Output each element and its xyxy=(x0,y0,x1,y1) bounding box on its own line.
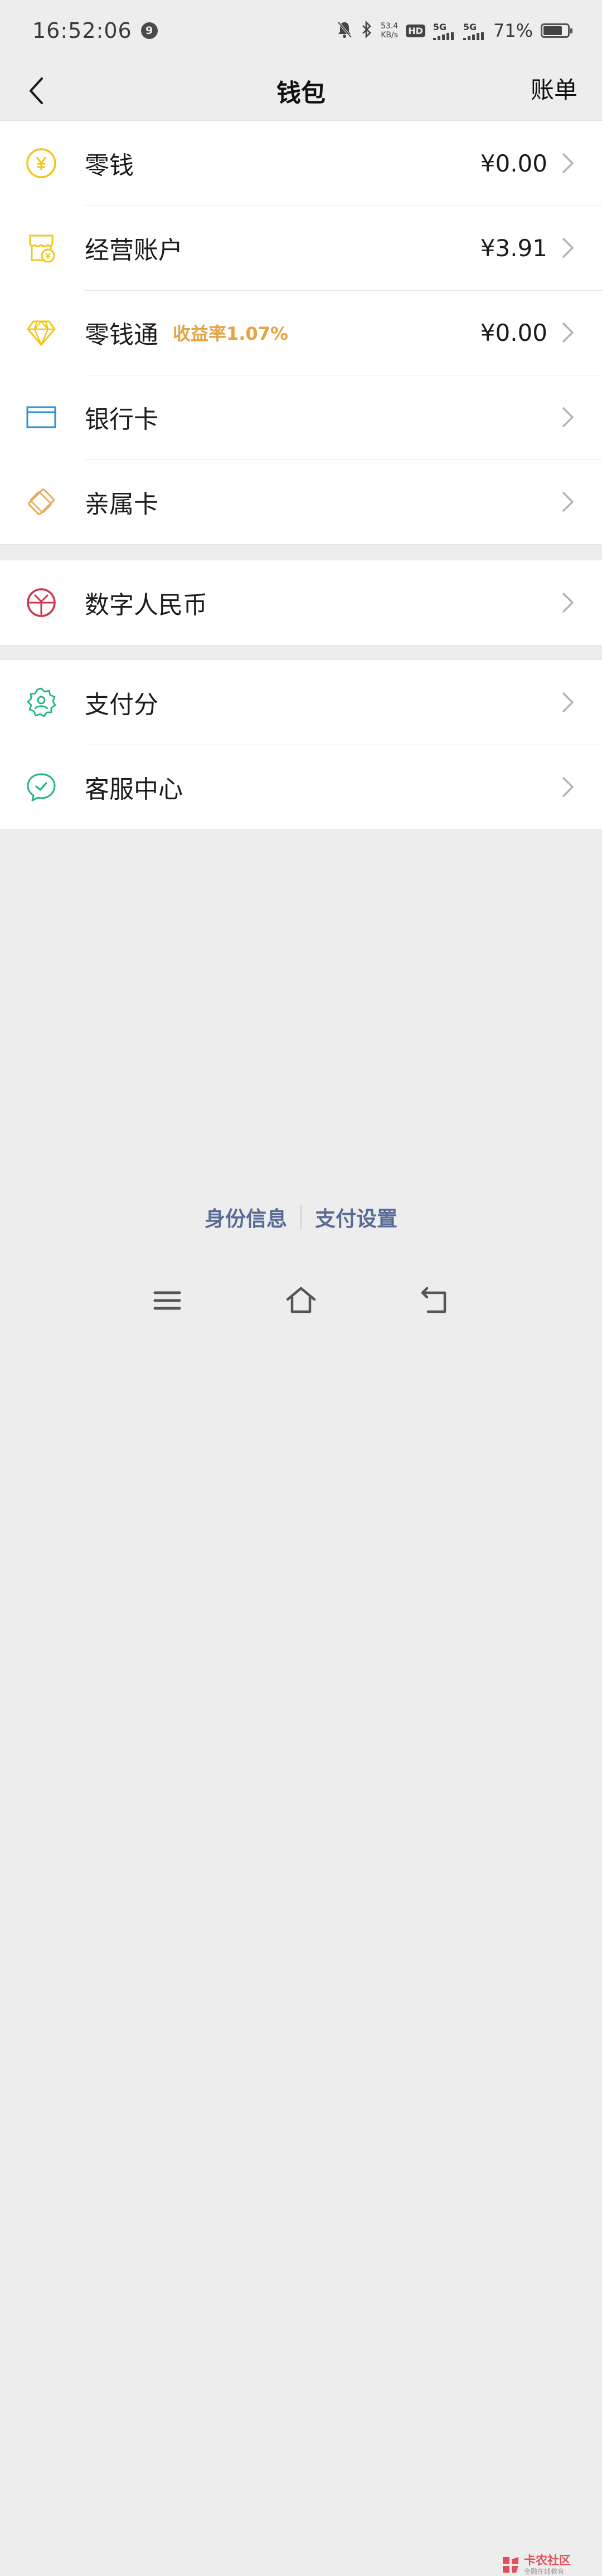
watermark-title: 卡农社区 xyxy=(524,2554,571,2567)
hd-badge: HD xyxy=(406,24,425,37)
row-value: ¥3.91 xyxy=(480,234,547,262)
ecny-group: 数字人民币 xyxy=(0,560,602,646)
row-label: 零钱通 xyxy=(85,321,158,349)
watermark-subtitle: 金融在线教育 xyxy=(524,2568,565,2575)
menu-icon xyxy=(153,1291,181,1310)
home-button[interactable] xyxy=(284,1284,318,1317)
chevron-right-icon xyxy=(561,406,575,428)
chevron-right-icon xyxy=(561,152,575,174)
return-arrow-icon xyxy=(421,1287,446,1313)
sim2-signal: 5G xyxy=(463,22,486,40)
row-label: 经营账户 xyxy=(85,236,183,265)
mute-bell-icon xyxy=(336,21,353,41)
page-title: 钱包 xyxy=(276,79,326,107)
row-label: 亲属卡 xyxy=(85,490,158,519)
row-label: 零钱 xyxy=(85,151,134,180)
yield-rate-tag: 收益率1.07% xyxy=(173,323,289,344)
row-customer-service[interactable]: 客服中心 xyxy=(0,745,602,829)
diamond-icon xyxy=(26,317,57,348)
bank-card-icon xyxy=(26,402,57,433)
status-bar: 16:52:06 9 53.4 KB/s HD 5G 5G 71% xyxy=(0,0,602,61)
digital-rmb-icon xyxy=(26,587,57,618)
wallet-group: 零钱 ¥0.00 经营账户 ¥3.91 零钱通 收益率1.07% ¥0.00 银… xyxy=(0,120,602,545)
pay-score-icon xyxy=(26,687,57,718)
chevron-right-icon xyxy=(561,237,575,259)
identity-info-link[interactable]: 身份信息 xyxy=(191,1202,300,1232)
back-button[interactable] xyxy=(17,71,56,110)
watermark-text: 卡农社区 金融在线教育 xyxy=(524,2554,571,2576)
menu-button[interactable] xyxy=(151,1284,184,1317)
row-lingqiantong[interactable]: 零钱通 收益率1.07% ¥0.00 xyxy=(0,290,602,375)
kanong-logo-icon xyxy=(503,2557,518,2573)
status-icons: 53.4 KB/s HD 5G 5G 71% xyxy=(336,20,572,41)
chevron-right-icon xyxy=(561,776,575,798)
row-label: 客服中心 xyxy=(85,775,183,804)
chevron-right-icon xyxy=(561,691,575,713)
signal-bars-icon xyxy=(463,32,484,40)
customer-service-icon xyxy=(26,771,57,803)
system-nav-bar: 卡农社区 金融在线教育 xyxy=(0,1270,602,2575)
nav-bar: 钱包 账单 xyxy=(0,61,602,120)
sim2-label: 5G xyxy=(463,21,477,32)
back-arrow-icon xyxy=(30,77,43,104)
row-bank-card[interactable]: 银行卡 xyxy=(0,375,602,460)
bill-button[interactable]: 账单 xyxy=(531,69,577,111)
payment-settings-link[interactable]: 支付设置 xyxy=(302,1202,411,1232)
net-speed-unit: KB/s xyxy=(381,31,399,40)
yuan-coin-icon xyxy=(26,148,57,179)
signal-bars-icon xyxy=(433,32,454,40)
chevron-right-icon xyxy=(561,592,575,614)
status-time: 16:52:06 xyxy=(32,18,132,43)
watermark: 卡农社区 金融在线教育 xyxy=(501,2554,571,2576)
battery-fill xyxy=(543,26,562,35)
row-change[interactable]: 零钱 ¥0.00 xyxy=(0,121,602,206)
battery-percent: 71% xyxy=(493,20,533,41)
family-card-icon xyxy=(26,486,57,517)
sim1-signal: 5G xyxy=(433,22,455,40)
business-account-icon xyxy=(26,232,57,263)
chevron-right-icon xyxy=(561,491,575,513)
row-value: ¥0.00 xyxy=(480,319,547,346)
row-digital-rmb[interactable]: 数字人民币 xyxy=(0,560,602,645)
bluetooth-icon xyxy=(361,20,373,41)
footer-links: 身份信息 支付设置 xyxy=(0,1197,602,1236)
row-family-card[interactable]: 亲属卡 xyxy=(0,460,602,544)
home-icon xyxy=(286,1287,316,1313)
row-pay-score[interactable]: 支付分 xyxy=(0,660,602,745)
net-speed-value: 53.4 xyxy=(381,22,399,31)
row-label: 数字人民币 xyxy=(85,591,207,619)
net-speed: 53.4 KB/s xyxy=(381,22,398,40)
sim1-label: 5G xyxy=(433,21,447,32)
chevron-right-icon xyxy=(561,321,575,344)
row-value: ¥0.00 xyxy=(480,149,547,177)
row-label: 支付分 xyxy=(85,691,158,719)
service-group: 支付分 客服中心 xyxy=(0,659,602,830)
back-nav-button[interactable] xyxy=(418,1284,452,1317)
row-label: 银行卡 xyxy=(85,405,158,434)
row-business-account[interactable]: 经营账户 ¥3.91 xyxy=(0,206,602,290)
notification-badge: 9 xyxy=(140,22,158,39)
battery-icon xyxy=(541,23,572,38)
